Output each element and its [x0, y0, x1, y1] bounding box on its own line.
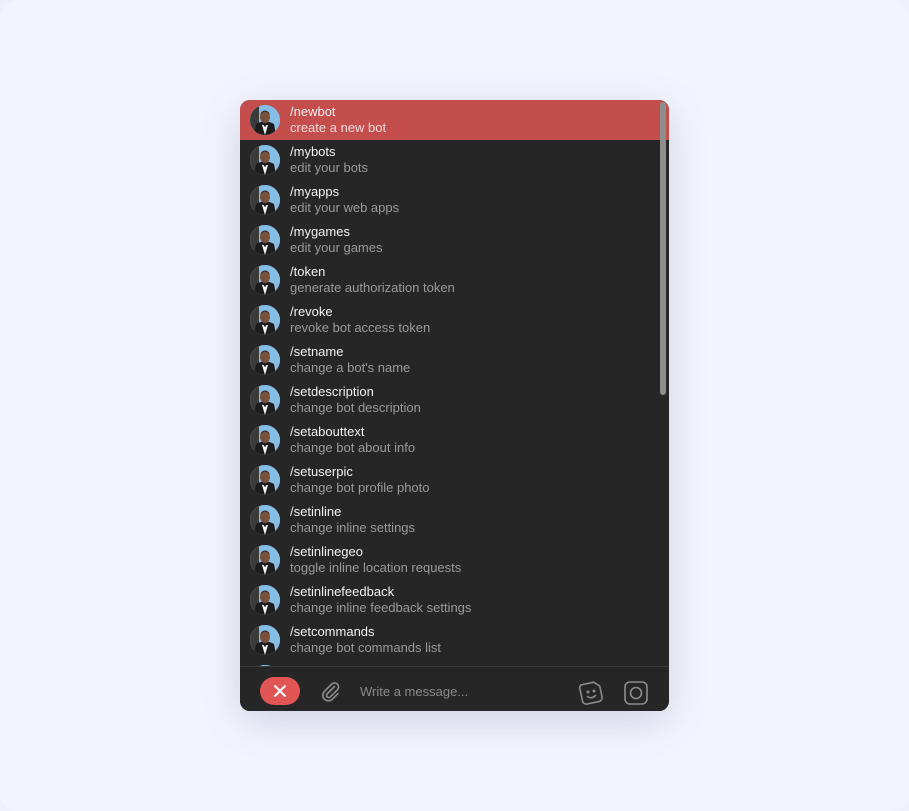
command-suggestions-panel: /newbot create a new bot /mybots edit your… — [240, 100, 669, 711]
command-name: /setabouttext — [290, 424, 365, 439]
command-description: change inline feedback settings — [290, 600, 472, 615]
sticker-button[interactable] — [577, 679, 605, 707]
bot-avatar — [250, 385, 280, 415]
command-description: change bot description — [290, 400, 421, 415]
command-row-revoke[interactable]: /revoke revoke bot access token — [240, 300, 669, 340]
camera-button[interactable] — [622, 679, 650, 707]
close-icon — [274, 685, 286, 697]
command-name: /setinlinegeo — [290, 544, 363, 559]
command-name: /mybots — [290, 144, 336, 159]
message-composer — [240, 666, 669, 711]
attach-button[interactable] — [318, 679, 342, 703]
command-row-setinline[interactable]: /setinline change inline settings — [240, 500, 669, 540]
scrollbar[interactable] — [660, 102, 666, 395]
command-description: revoke bot access token — [290, 320, 431, 335]
command-name: /setuserpic — [290, 464, 353, 479]
command-description: change a bot's name — [290, 360, 411, 375]
command-name: /setcommands — [290, 624, 375, 639]
bot-avatar — [250, 585, 280, 615]
bot-avatar — [250, 105, 280, 135]
command-row-setabouttext[interactable]: /setabouttext change bot about info — [240, 420, 669, 460]
bot-avatar — [250, 265, 280, 295]
command-name: /token — [290, 264, 326, 279]
command-name: /newbot — [290, 104, 336, 119]
command-name: /setname — [290, 344, 344, 359]
bot-avatar — [250, 145, 280, 175]
command-name: /mygames — [290, 224, 350, 239]
camera-icon — [624, 681, 648, 705]
command-row-setcommands[interactable]: /setcommands change bot commands list — [240, 620, 669, 660]
command-description: change bot commands list — [290, 640, 442, 655]
command-name: /setdescription — [290, 384, 374, 399]
command-row-mybots[interactable]: /mybots edit your bots — [240, 140, 669, 180]
bot-avatar — [250, 225, 280, 255]
bot-avatar — [250, 545, 280, 575]
bot-avatar — [250, 345, 280, 375]
command-row-setname[interactable]: /setname change a bot's name — [240, 340, 669, 380]
command-description: edit your bots — [290, 160, 369, 175]
command-description: change bot about info — [290, 440, 416, 455]
bot-avatar — [250, 505, 280, 535]
command-row-newbot[interactable]: /newbot create a new bot — [240, 100, 669, 140]
sticker-icon — [578, 681, 603, 705]
command-row-setinlinegeo[interactable]: /setinlinegeo toggle inline location requ… — [240, 540, 669, 580]
cancel-button[interactable] — [260, 677, 300, 705]
command-row-mygames[interactable]: /mygames edit your games — [240, 220, 669, 260]
command-row-myapps[interactable]: /myapps edit your web apps — [240, 180, 669, 220]
command-list: /newbot create a new bot /mybots edit your… — [240, 100, 669, 666]
command-name: /setinline — [290, 504, 342, 519]
command-name: /revoke — [290, 304, 333, 319]
bot-avatar — [250, 425, 280, 455]
command-row-setdescription[interactable]: /setdescription change bot description — [240, 380, 669, 420]
command-description: change inline settings — [290, 520, 416, 535]
command-row-setuserpic[interactable]: /setuserpic change bot profile photo — [240, 460, 669, 500]
bot-avatar — [250, 305, 280, 335]
bot-avatar — [250, 465, 280, 495]
command-description: create a new bot — [290, 120, 387, 135]
command-name: /myapps — [290, 184, 340, 199]
bot-avatar — [250, 185, 280, 215]
command-description: generate authorization token — [290, 280, 455, 295]
paperclip-icon — [322, 682, 340, 702]
command-description: edit your games — [290, 240, 383, 255]
bot-avatar — [250, 625, 280, 655]
command-description: edit your web apps — [290, 200, 400, 215]
command-description: toggle inline location requests — [290, 560, 462, 575]
command-description: change bot profile photo — [290, 480, 430, 495]
command-row-setinlinefeedback[interactable]: /setinlinefeedback change inline feedback… — [240, 580, 669, 620]
command-name: /setinlinefeedback — [290, 584, 395, 599]
command-row-token[interactable]: /token generate authorization token — [240, 260, 669, 300]
message-input[interactable] — [352, 678, 562, 704]
